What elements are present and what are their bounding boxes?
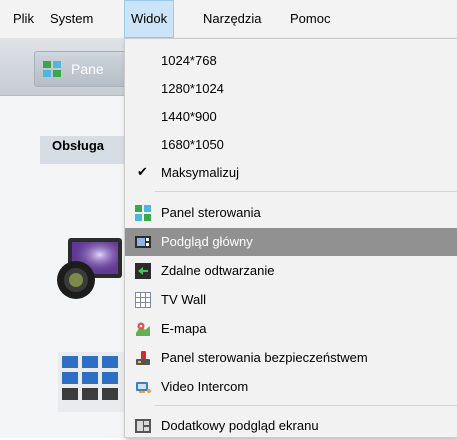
panel-tab[interactable]: Pane bbox=[34, 51, 128, 87]
menu-item-label: 1440*900 bbox=[161, 109, 217, 124]
menu-item-label: Zdalne odtwarzanie bbox=[161, 263, 275, 278]
menu-item-label: 1024*768 bbox=[161, 53, 217, 68]
widok-dropdown: 1024*768 1280*1024 1440*900 1680*1050 ✔ … bbox=[124, 38, 457, 438]
menu-item-label: 1280*1024 bbox=[161, 81, 224, 96]
menu-item-label: Podgląd główny bbox=[161, 234, 253, 249]
menu-item-e-mapa[interactable]: E-mapa bbox=[125, 315, 457, 343]
menu-item-panel-sterowania[interactable]: Panel sterowania bbox=[125, 199, 457, 227]
menu-separator bbox=[155, 405, 457, 406]
main-preview-icon bbox=[135, 234, 151, 250]
menu-item-label: Video Intercom bbox=[161, 379, 249, 394]
menu-item-podglad-glowny[interactable]: Podgląd główny bbox=[125, 228, 457, 256]
menu-bar: Plik System Widok Narzędzia Pomoc bbox=[0, 0, 457, 39]
menu-item-video-intercom[interactable]: Video Intercom bbox=[125, 373, 457, 401]
tv-wall-art-icon[interactable] bbox=[58, 352, 124, 415]
extra-preview-icon bbox=[135, 418, 151, 434]
video-intercom-icon bbox=[135, 379, 151, 395]
menu-widok[interactable]: Widok bbox=[124, 0, 175, 38]
menu-separator bbox=[155, 191, 457, 192]
menu-item-label: 1680*1050 bbox=[161, 137, 224, 152]
remote-playback-icon bbox=[135, 263, 151, 279]
menu-item-tv-wall[interactable]: TV Wall bbox=[125, 286, 457, 314]
menu-item-label: Panel sterowania bbox=[161, 205, 261, 220]
security-panel-icon bbox=[135, 350, 151, 366]
menu-item-label: E-mapa bbox=[161, 321, 207, 336]
menu-plik[interactable]: Plik bbox=[13, 0, 34, 38]
menu-pomoc[interactable]: Pomoc bbox=[290, 0, 330, 38]
tv-wall-icon bbox=[135, 292, 151, 308]
menu-narzedzia[interactable]: Narzędzia bbox=[203, 0, 262, 38]
menu-item-1680x1050[interactable]: 1680*1050 bbox=[125, 131, 457, 159]
menu-item-label: Maksymalizuj bbox=[161, 165, 240, 180]
menu-item-1440x900[interactable]: 1440*900 bbox=[125, 103, 457, 131]
menu-item-1024x768[interactable]: 1024*768 bbox=[125, 47, 457, 75]
menu-item-label: Dodatkowy podgląd ekranu bbox=[161, 418, 319, 433]
menu-item-maximize[interactable]: ✔ Maksymalizuj bbox=[125, 159, 457, 187]
menu-system[interactable]: System bbox=[50, 0, 93, 38]
panel-grid-icon bbox=[43, 61, 61, 80]
camera-icon[interactable] bbox=[54, 236, 124, 305]
panel-tab-label: Pane bbox=[71, 61, 104, 77]
menu-item-dodatkowy-podglad[interactable]: Dodatkowy podgląd ekranu bbox=[125, 412, 457, 440]
menu-item-1280x1024[interactable]: 1280*1024 bbox=[125, 75, 457, 103]
menu-item-panel-bezpieczenstwa[interactable]: Panel sterowania bezpieczeństwem bbox=[125, 344, 457, 372]
section-label: Obsługa bbox=[40, 136, 126, 164]
emap-icon bbox=[135, 321, 151, 337]
menu-item-zdalne-odtwarzanie[interactable]: Zdalne odtwarzanie bbox=[125, 257, 457, 285]
checkmark-icon: ✔ bbox=[137, 164, 148, 179]
panel-grid-icon bbox=[135, 205, 151, 221]
menu-item-label: TV Wall bbox=[161, 292, 207, 307]
menu-item-label: Panel sterowania bezpieczeństwem bbox=[161, 350, 368, 365]
